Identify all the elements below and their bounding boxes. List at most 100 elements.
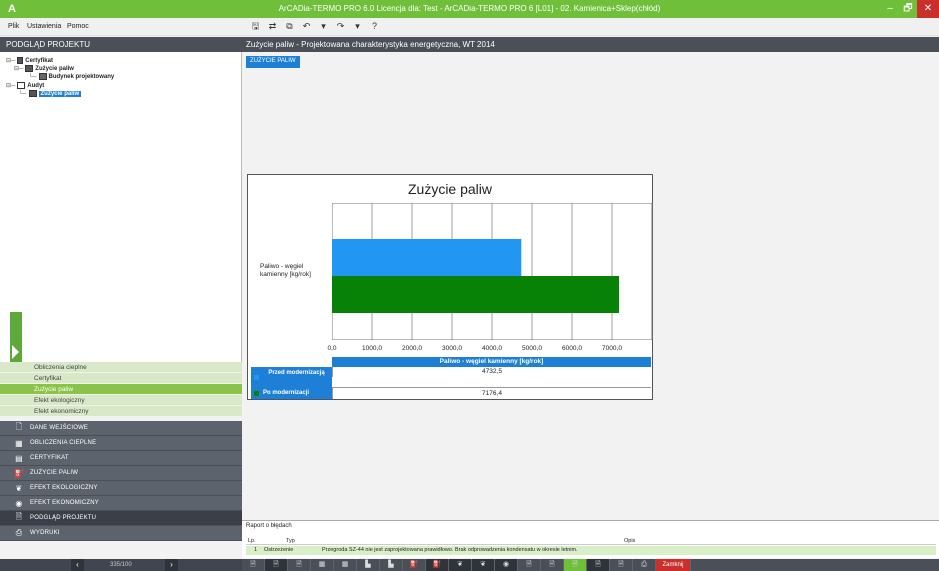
x-tick-label: 3000,0	[442, 345, 462, 352]
subnav-item[interactable]: Efekt ekologiczny	[0, 395, 242, 406]
report-row[interactable]: 1 Ostrzeżenie Przegroda SZ-44 nie jest z…	[246, 546, 936, 555]
printer-icon[interactable]: ⎙	[633, 559, 656, 571]
doc-icon[interactable]: 🗎	[242, 559, 265, 571]
dropdown-icon[interactable]: ▾	[318, 20, 329, 33]
subnav-item[interactable]: Certyfikat	[0, 373, 242, 384]
leaf-icon: ❦	[15, 483, 23, 493]
bottom-toolbar: 🗎 🗎 🗎 ▦ ▦ ▙ ▙ ⛽ ⛽ ❦ ❦ ◉ 🗎 🗎 🗎 🗎 🗎 ⎙ Zamknij	[242, 559, 939, 571]
coin-icon[interactable]: ◉	[495, 559, 518, 571]
data-table-row-after: Po modernizacji 7176,4	[251, 388, 651, 399]
coin-icon: ◉	[15, 498, 23, 508]
nav-item[interactable]: 🗎 PODGLĄD PROJEKTU	[0, 511, 242, 526]
preview-next-icon[interactable]: 🗎	[610, 559, 633, 571]
preview-alt-icon[interactable]: 🗎	[541, 559, 564, 571]
sync-icon[interactable]: ⇄	[267, 20, 278, 33]
redo-icon[interactable]: ↷	[335, 20, 346, 33]
quick-toolbar: 🖫 ⇄ ⧉ ↶ ▾ ↷ ▾?	[250, 20, 380, 33]
chart-icon[interactable]: ▙	[357, 559, 380, 571]
nav-item-label: EFEKT EKONOMICZNY	[30, 500, 99, 506]
undo-icon[interactable]: ↶	[301, 20, 312, 33]
error-report-panel: Raport o błędach Lp. Typ Opis 1 Ostrzeże…	[242, 520, 939, 558]
series-label: Przed modernizacją	[251, 367, 332, 388]
copy-icon[interactable]: ⧉	[284, 20, 295, 33]
preview-green-icon[interactable]: 🗎	[564, 559, 587, 571]
nav-item[interactable]: ⛽ ZUŻYCIE PALIW	[0, 466, 242, 481]
title-bar: A ArCADia-TERMO PRO 6.0 Licencja dla: Te…	[0, 0, 939, 18]
nav-item[interactable]: ⎙ WYDRUKI	[0, 526, 242, 541]
nav-item[interactable]: ▦ OBLICZENIA CIEPLNE	[0, 436, 242, 451]
tree-node-label: Budynek projektowany	[48, 73, 115, 80]
collapse-icon[interactable]: ⊟─	[6, 57, 15, 64]
data-table-row-before: Przed modernizacją 4732,5	[251, 367, 651, 388]
tab-fuel-consumption[interactable]: ZUŻYCIE PALIW	[246, 56, 300, 68]
bar-series-1	[332, 276, 620, 313]
chart-alt-icon[interactable]: ▙	[380, 559, 403, 571]
x-tick-label: 0,0	[327, 345, 337, 352]
close-button[interactable]: Zamknij	[656, 559, 691, 571]
table-icon[interactable]: ▦	[311, 559, 334, 571]
input-data-icon: 🗋	[15, 422, 23, 431]
table-alt-icon[interactable]: ▦	[334, 559, 357, 571]
tree-node-label: Zużycie paliw	[35, 65, 74, 72]
tree-node-certificate[interactable]: ⊟─ Certyfikat	[6, 57, 53, 64]
tree-node-audit-fuel[interactable]: └─ Zużycie paliw	[18, 90, 82, 97]
doc-export-icon[interactable]: 🗎	[265, 559, 288, 571]
tree-node-audit[interactable]: ⊟─ Audyt	[6, 82, 44, 89]
x-tick-label: 6000,0	[562, 345, 582, 352]
series-value: 7176,4	[332, 388, 651, 399]
preview-dark-icon[interactable]: 🗎	[587, 559, 610, 571]
row-description: Przegroda SZ-44 nie jest zaprojektowana …	[322, 547, 578, 553]
tree-node-building[interactable]: └─ Budynek projektowany	[28, 73, 114, 80]
report-header-row: Lp. Typ Opis	[246, 537, 936, 545]
fuel-icon[interactable]: ⛽	[403, 559, 426, 571]
project-tree: ⊟─ Certyfikat ⊟─ Zużycie paliw └─ Budyne…	[0, 52, 242, 392]
dropdown-icon[interactable]: ▾	[352, 20, 363, 33]
fuel-document-icon	[25, 65, 34, 72]
menu-settings[interactable]: Ustawienia	[27, 23, 61, 30]
nav-item[interactable]: ❦ EFEKT EKOLOGICZNY	[0, 481, 242, 496]
close-window-button[interactable]: ✕	[917, 0, 939, 18]
nav-item-label: EFEKT EKOLOGICZNY	[30, 485, 98, 491]
legend-swatch-after	[254, 391, 259, 396]
next-page-button[interactable]: ›	[165, 559, 178, 571]
column-type: Typ	[286, 538, 295, 544]
nav-item[interactable]: ◉ EFEKT EKONOMICZNY	[0, 496, 242, 511]
audit-icon	[17, 82, 26, 89]
help-icon[interactable]: ?	[369, 20, 380, 33]
data-table-header: Paliwo - węgiel kamienny [kg/rok]	[332, 357, 651, 367]
preview-icon[interactable]: 🗎	[518, 559, 541, 571]
leaf-alt-icon[interactable]: ❦	[472, 559, 495, 571]
maximize-button[interactable]: 🗗	[899, 0, 917, 18]
x-tick-label: 2000,0	[402, 345, 422, 352]
subnav-item[interactable]: Efekt ekonomiczny	[0, 406, 242, 417]
menu-file[interactable]: Plik	[8, 23, 19, 30]
fuel-alt-icon[interactable]: ⛽	[426, 559, 449, 571]
series-label: Po modernizacji	[251, 388, 332, 399]
nav-item[interactable]: ▤ CERTYFIKAT	[0, 451, 242, 466]
nav-item[interactable]: 🗋 DANE WEJŚCIOWE	[0, 421, 242, 436]
window-title: ArCADia-TERMO PRO 6.0 Licencja dla: Test…	[278, 4, 661, 13]
x-tick-label: 5000,0	[522, 345, 542, 352]
bar-series-0	[332, 239, 522, 276]
content-header: Zużycie paliw - Projektowana charakterys…	[242, 37, 939, 52]
column-description: Opis	[624, 538, 636, 544]
nav-item-label: CERTYFIKAT	[30, 455, 69, 461]
menu-bar: Plik Ustawienia Pomoc 🖫 ⇄ ⧉ ↶ ▾ ↷ ▾?	[0, 18, 939, 36]
calculator-icon: ▦	[15, 438, 23, 448]
series-value: 4732,5	[332, 367, 651, 377]
tree-node-label: Certyfikat	[25, 57, 53, 64]
fuel-icon: ⛽	[14, 468, 25, 478]
subnav-item[interactable]: Zużycie paliw	[0, 384, 242, 395]
doc-copy-icon[interactable]: 🗎	[288, 559, 311, 571]
previous-page-button[interactable]: ‹	[71, 559, 84, 571]
subnav-item[interactable]: Obliczenia cieplne	[0, 362, 242, 373]
y-category-label: Paliwo - węgiel kamienny [kg/rok]	[260, 263, 311, 278]
minimize-button[interactable]: ‒	[881, 0, 899, 18]
leaf-icon[interactable]: ❦	[449, 559, 472, 571]
menu-help[interactable]: Pomoc	[67, 23, 89, 30]
collapse-icon[interactable]: ⊟─	[14, 65, 23, 72]
save-icon[interactable]: 🖫	[250, 20, 261, 33]
collapse-icon[interactable]: ⊟─	[6, 82, 15, 89]
main-navigation: 🗋 DANE WEJŚCIOWE ▦ OBLICZENIA CIEPLNE ▤ CERTY…	[0, 421, 242, 541]
tree-node-fuel[interactable]: ⊟─ Zużycie paliw	[14, 65, 74, 72]
